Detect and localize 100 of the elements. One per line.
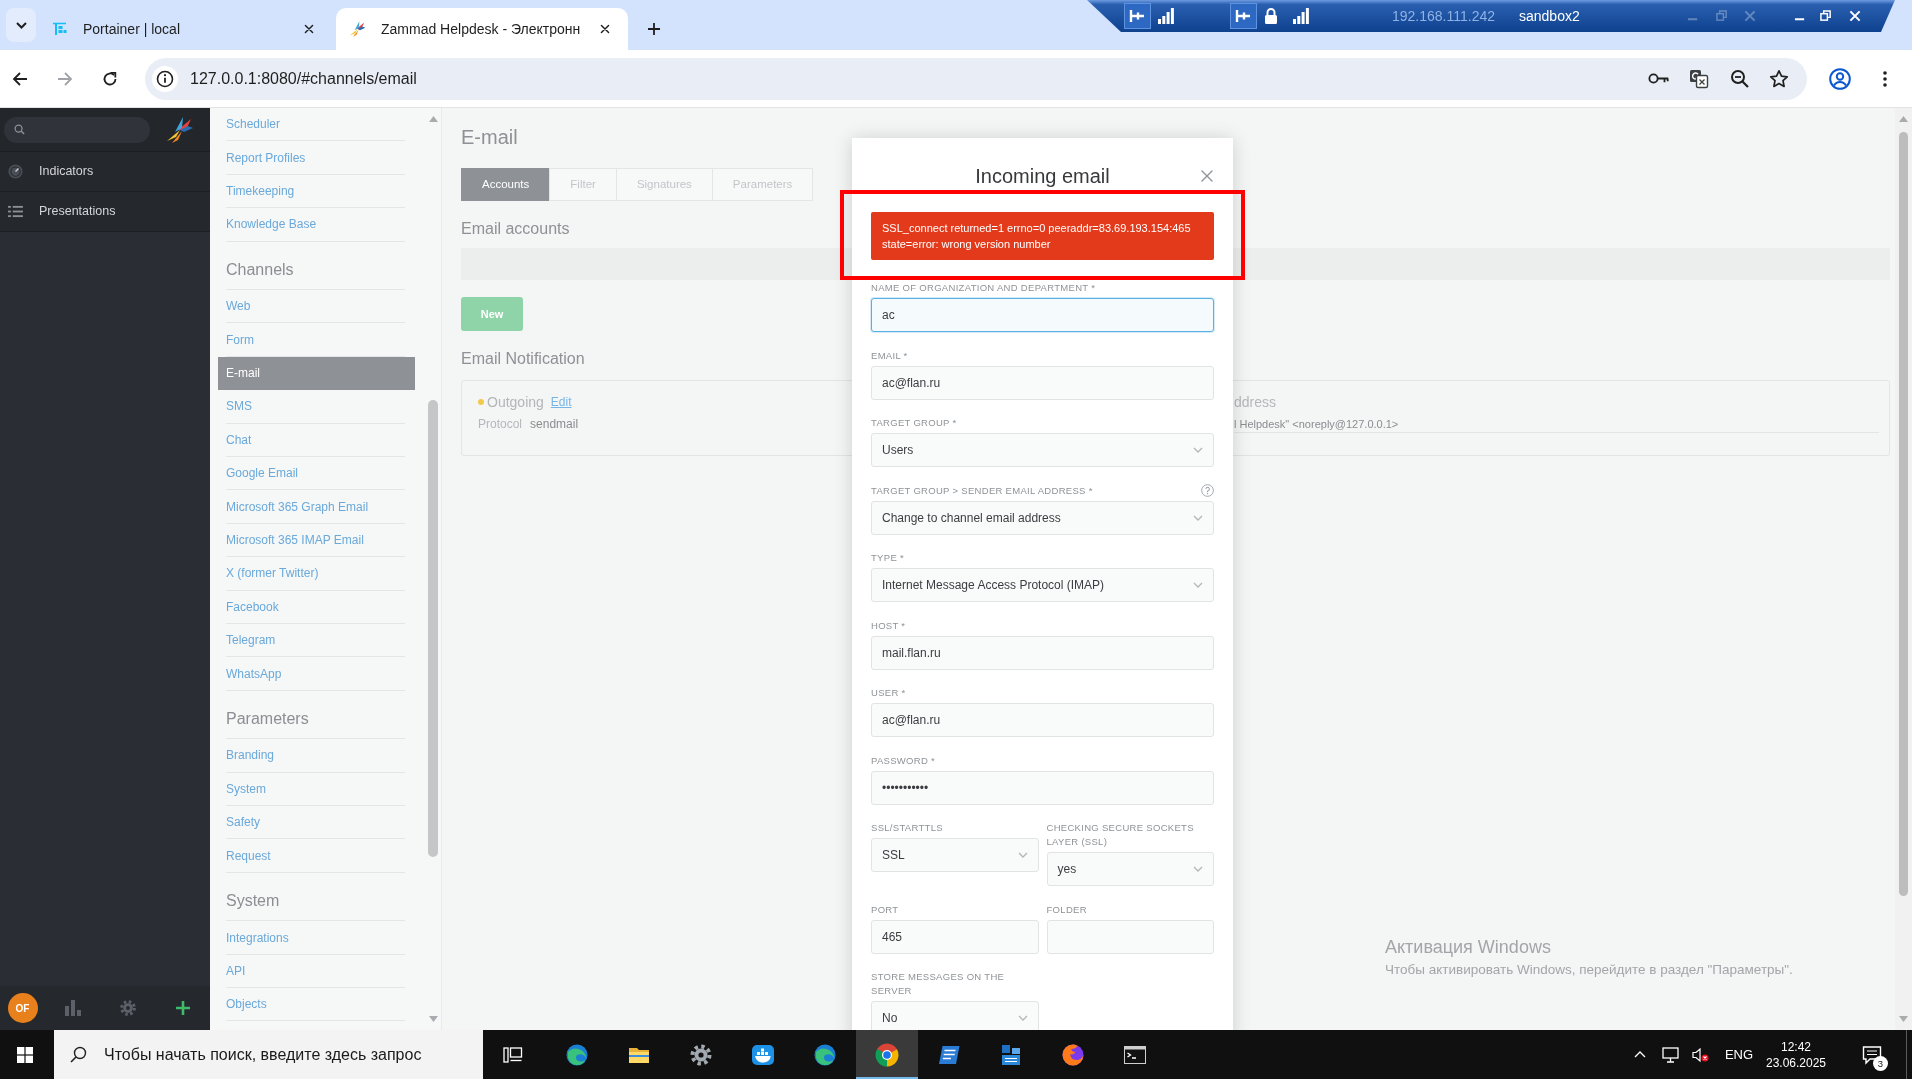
browser-tab[interactable]: Portainer | local xyxy=(40,8,332,50)
menu-item[interactable]: Integrations xyxy=(226,921,405,955)
windows-logo-icon xyxy=(17,1046,33,1063)
menu-item[interactable]: WhatsApp xyxy=(226,657,405,691)
signal-icon xyxy=(1158,8,1174,24)
close-icon xyxy=(304,24,314,34)
field-value: sendmail xyxy=(530,416,579,433)
search-icon xyxy=(70,1046,87,1063)
menu-item[interactable]: API xyxy=(226,954,405,989)
profile-icon[interactable] xyxy=(1829,67,1851,90)
back-arrow-icon xyxy=(12,70,28,87)
menu-item[interactable]: Report Profiles xyxy=(226,141,405,175)
select-field[interactable]: SSL xyxy=(871,838,1039,872)
browser-tab[interactable]: Zammad Helpdesk - Электронн xyxy=(336,8,628,50)
text-field[interactable]: 465 xyxy=(871,919,1039,954)
nav-item[interactable]: Indicators xyxy=(0,152,210,192)
field-label: TARGET GROUP * xyxy=(871,416,957,430)
taskbar-search-field[interactable]: Чтобы начать поиск, введите здесь запрос xyxy=(54,1030,483,1079)
menu-item[interactable]: Objects xyxy=(226,988,405,1022)
menu-item[interactable]: Telegram xyxy=(226,623,405,658)
close-button[interactable] xyxy=(1200,169,1214,183)
pin-icon[interactable] xyxy=(1230,3,1257,29)
field-label: TYPE * xyxy=(871,551,904,565)
notifications-button[interactable]: 3 xyxy=(1852,1034,1892,1075)
menu-item[interactable]: Branding xyxy=(226,739,405,773)
menu-item[interactable]: Web xyxy=(226,290,405,324)
menu-item[interactable]: Google Email xyxy=(226,457,405,491)
menu-item[interactable]: System xyxy=(226,772,405,807)
address-bar[interactable]: 127.0.0.1:8080/#channels/email xyxy=(145,57,1807,100)
field-label: PASSWORD * xyxy=(871,753,936,768)
list-icon xyxy=(8,205,23,218)
field-label: EMAIL * xyxy=(871,348,908,363)
sender-address-text: l Helpdesk" <noreply@127.0.0.1> xyxy=(1234,416,1879,433)
field-label: FOLDER xyxy=(1046,902,1087,917)
menu-item[interactable]: X (former Twitter) xyxy=(226,557,405,591)
plus-icon xyxy=(647,22,661,36)
select-field[interactable]: No xyxy=(871,1001,1039,1030)
taskbar-app-button[interactable] xyxy=(856,1030,918,1079)
scrollbar-thumb[interactable] xyxy=(1899,132,1908,896)
pin-icon[interactable] xyxy=(1124,3,1151,29)
scrollbar-thumb[interactable] xyxy=(428,400,438,857)
clock[interactable]: 12:42 23.06.2025 xyxy=(1763,1038,1829,1071)
new-button[interactable]: New xyxy=(461,297,523,331)
text-field[interactable]: mail.flan.ru xyxy=(871,635,1214,670)
menu-item[interactable]: Microsoft 365 IMAP Email xyxy=(226,523,405,558)
zoom-out-icon[interactable] xyxy=(1729,69,1749,88)
edit-link[interactable]: Edit xyxy=(550,393,572,411)
menu-item[interactable]: Timekeeping xyxy=(226,174,405,209)
menu-icon[interactable] xyxy=(1883,70,1887,87)
search-field[interactable] xyxy=(4,116,150,143)
speech-bubble-icon xyxy=(1862,1044,1882,1065)
task-view-icon xyxy=(503,1044,523,1065)
session-name: sandbox2 xyxy=(1519,6,1581,26)
menu-item[interactable]: Chat xyxy=(226,423,405,457)
password-field[interactable]: ••••••••••• xyxy=(871,770,1214,805)
plus-icon[interactable] xyxy=(174,1000,191,1016)
menu-item[interactable]: SMS xyxy=(226,390,405,424)
close-icon[interactable] xyxy=(1849,10,1861,22)
field-label: CHECKING SECURE SOCKETS LAYER (SSL) xyxy=(1046,821,1195,849)
chevron-up-icon[interactable] xyxy=(1634,1051,1646,1058)
menu-item[interactable]: Form xyxy=(226,323,405,357)
field-label: PORT xyxy=(871,902,899,917)
menu-item[interactable]: Scheduler xyxy=(226,108,405,142)
field-label: Protocol xyxy=(478,416,523,433)
info-icon[interactable] xyxy=(152,65,178,92)
chevron-down-icon xyxy=(1193,447,1203,453)
translate-icon[interactable] xyxy=(1689,68,1709,89)
language-indicator[interactable]: ENG xyxy=(1715,1044,1763,1065)
text-field[interactable] xyxy=(1046,919,1214,954)
text-field[interactable]: ac@flan.ru xyxy=(871,703,1214,737)
menu-item[interactable]: Microsoft 365 Graph Email xyxy=(226,490,405,524)
bookmark-star-icon[interactable] xyxy=(1769,68,1789,89)
key-icon[interactable] xyxy=(1648,72,1670,85)
lock-icon xyxy=(1264,8,1278,24)
reload-icon xyxy=(102,70,118,87)
status-label: Outgoing xyxy=(487,392,544,412)
tab-list-button[interactable] xyxy=(6,8,36,42)
menu-item[interactable]: Request xyxy=(226,839,405,873)
segmented-circle-icon xyxy=(875,1042,899,1067)
cabinet-icon xyxy=(999,1042,1023,1067)
tab[interactable]: Accounts xyxy=(461,168,551,201)
text-field[interactable]: ac xyxy=(871,298,1214,332)
menu-item[interactable]: Facebook xyxy=(226,590,405,624)
select-field[interactable]: Users xyxy=(871,433,1214,467)
menu-item[interactable]: E-mail xyxy=(218,356,415,391)
monitor-icon[interactable] xyxy=(1661,1046,1679,1063)
close-icon xyxy=(600,24,610,34)
notification-count: 3 xyxy=(1873,1055,1888,1071)
menu-item[interactable]: Safety xyxy=(226,806,405,840)
nav-item[interactable]: Presentations xyxy=(0,192,210,232)
select-field[interactable]: Change to channel email address xyxy=(871,500,1214,535)
select-field[interactable]: yes xyxy=(1046,852,1214,886)
dialog-title: Incoming email xyxy=(974,164,1111,188)
text-field[interactable]: ac@flan.ru xyxy=(871,365,1214,400)
chevron-down-icon xyxy=(1193,866,1203,872)
user-avatar[interactable]: OF xyxy=(7,993,38,1023)
speaker-muted-icon[interactable] xyxy=(1691,1046,1709,1063)
restore-icon[interactable] xyxy=(1820,10,1832,22)
menu-item[interactable]: Knowledge Base xyxy=(226,208,405,242)
select-field[interactable]: Internet Message Access Protocol (IMAP) xyxy=(871,568,1214,602)
